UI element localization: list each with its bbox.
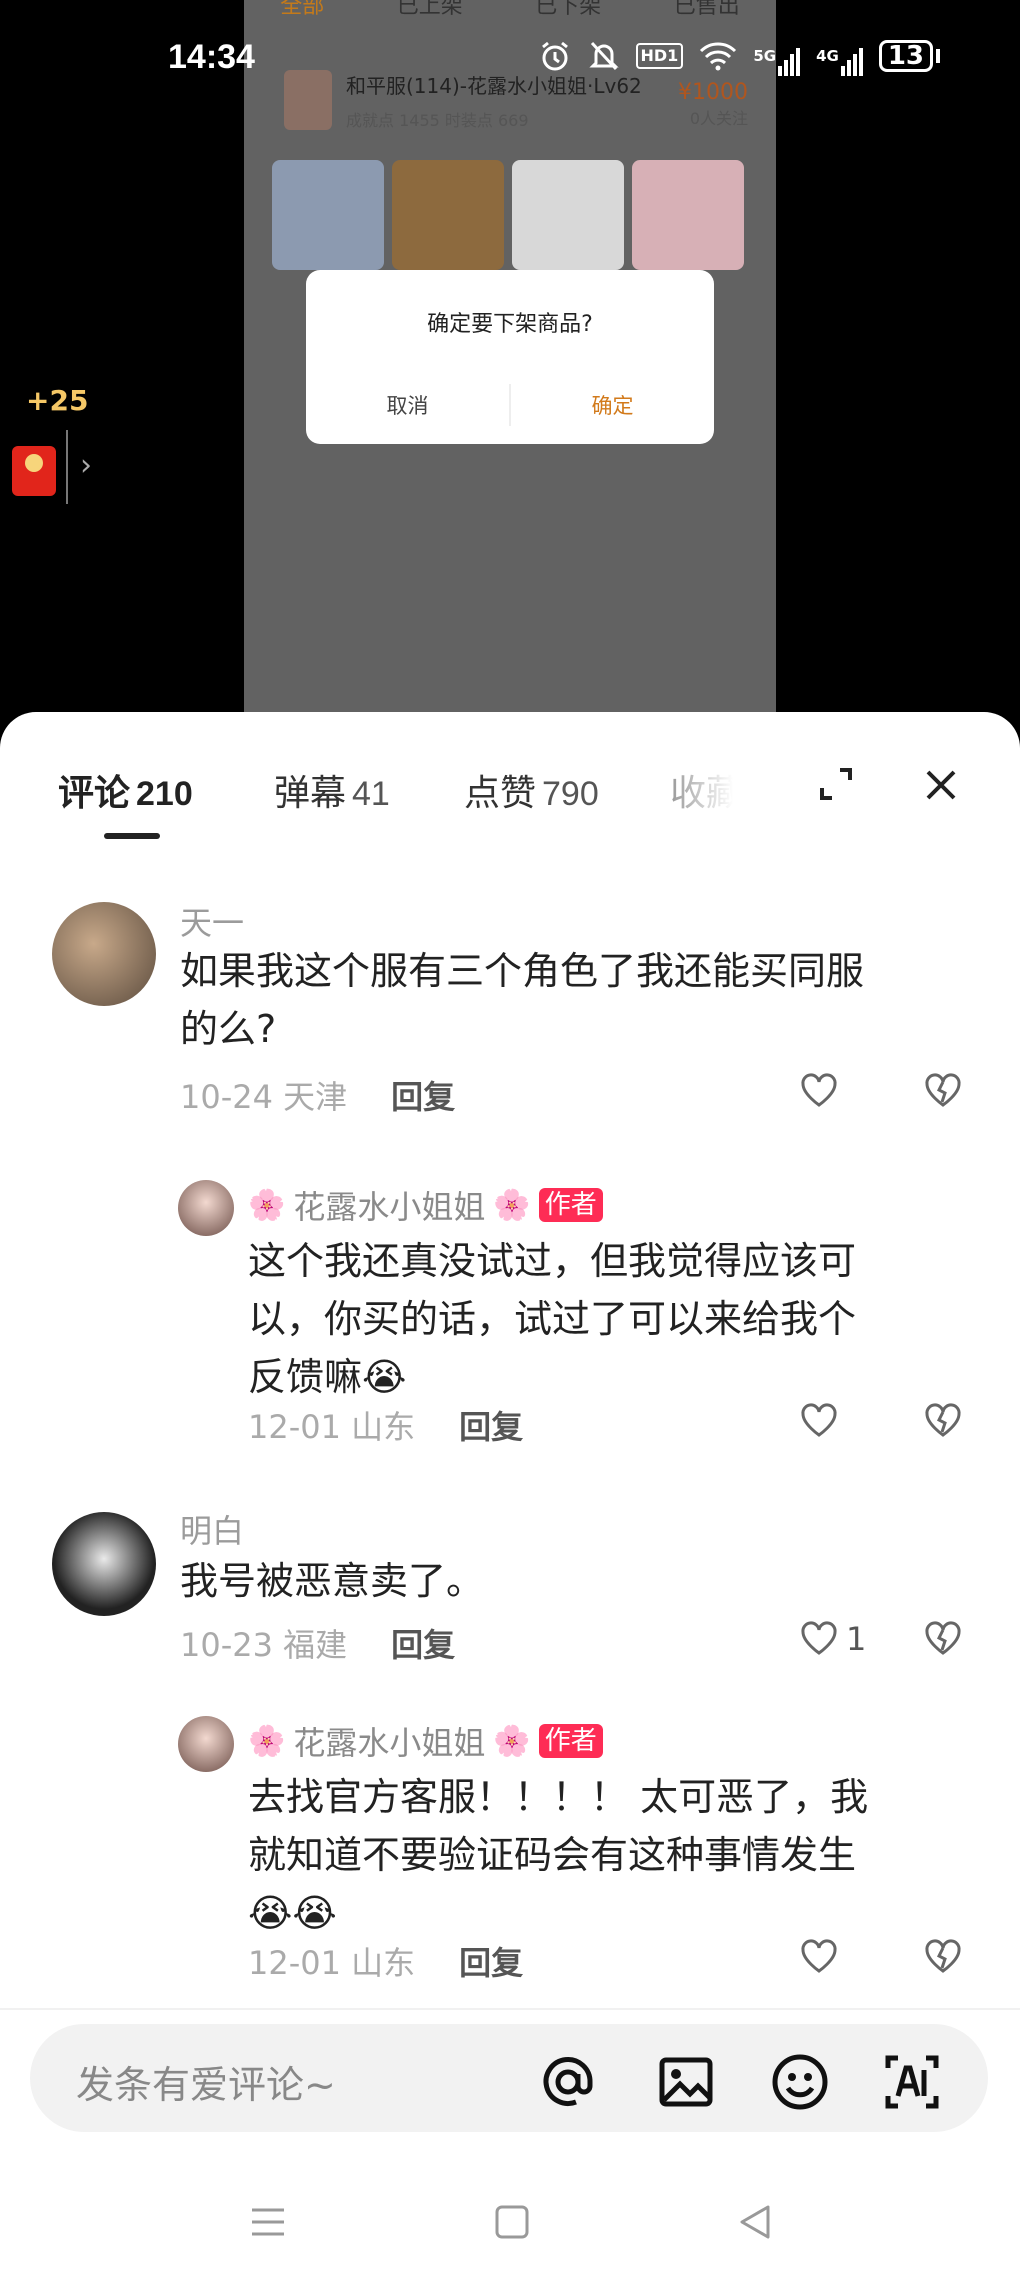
flower-emoji: 🌸: [493, 1723, 531, 1759]
product-image: [272, 160, 384, 270]
network-5g: 5G: [753, 36, 801, 76]
flower-emoji: 🌸: [248, 1723, 286, 1759]
comment-username[interactable]: 🌸 花露水小姐姐 🌸 作者: [248, 1718, 603, 1764]
like-icon[interactable]: [800, 1402, 838, 1438]
comment-text: 去找官方客服！！！！ 太可恶了，我 就知道不要验证码会有这种事情发生 😭😭: [248, 1775, 869, 1935]
avatar[interactable]: [52, 1512, 156, 1616]
dialog-confirm-button[interactable]: 确定: [509, 384, 714, 426]
back-triangle-icon[interactable]: [736, 2202, 776, 2242]
comment-text: 如果我这个服有三个角色了我还能买同服 的么?: [180, 949, 865, 1051]
dislike-icon[interactable]: [924, 1402, 962, 1438]
red-packet-icon[interactable]: [12, 446, 56, 496]
close-icon[interactable]: [924, 768, 958, 802]
flower-emoji: 🌸: [493, 1187, 531, 1223]
comment-username[interactable]: 🌸 花露水小姐姐 🌸 作者: [248, 1182, 603, 1228]
comment-list: 天一 如果我这个服有三个角色了我还能买同服 的么? 10-24 天津 回复 🌸 花露…: [0, 872, 1020, 2060]
product-image: [392, 160, 504, 270]
like-count: 1: [846, 1620, 867, 1658]
confirm-dialog: 确定要下架商品? 取消 确定: [306, 270, 714, 444]
reply-button[interactable]: 回复: [459, 1408, 523, 1446]
flower-emoji: 🌸: [248, 1187, 286, 1223]
alarm-icon: [541, 41, 568, 71]
author-tag: 作者: [538, 1188, 603, 1222]
dislike-icon[interactable]: [924, 1620, 962, 1656]
tab-danmaku[interactable]: 弹幕 41: [274, 764, 390, 816]
tab-likes[interactable]: 点赞 790: [464, 764, 599, 816]
like-icon[interactable]: [800, 1938, 838, 1974]
wifi-icon: [700, 42, 737, 71]
bonus-count: +25: [26, 384, 89, 417]
at-icon[interactable]: [538, 2052, 598, 2112]
ai-icon[interactable]: [882, 2052, 942, 2112]
comment-meta: 12-01 山东 回复: [248, 1408, 524, 1446]
status-icons: HD1 5G 4G 13: [538, 36, 940, 76]
network-4g: 4G: [816, 36, 863, 76]
status-bar: 14:34 HD1 5G 4G 13: [0, 0, 1020, 120]
product-image: [512, 160, 624, 270]
active-tab-indicator: [104, 833, 160, 839]
product-image: [632, 160, 744, 270]
battery-indicator: 13: [878, 40, 940, 72]
avatar[interactable]: [52, 902, 156, 1006]
comment-text: 我号被恶意卖了。: [180, 1559, 485, 1603]
like-icon[interactable]: [800, 1072, 838, 1108]
emoji-icon[interactable]: [770, 2052, 830, 2112]
system-nav-bar: [0, 2152, 1020, 2278]
comment-meta: 10-24 天津 回复: [180, 1078, 456, 1116]
product-images: [272, 160, 744, 270]
avatar[interactable]: [178, 1180, 234, 1236]
comment-meta: 10-23 福建 回复: [180, 1626, 456, 1664]
dislike-icon[interactable]: [924, 1072, 962, 1108]
menu-icon[interactable]: [248, 2202, 288, 2242]
chevron-right-icon[interactable]: ›: [80, 448, 92, 483]
comment-username[interactable]: 明白: [180, 1506, 244, 1552]
reply-button[interactable]: 回复: [391, 1626, 455, 1664]
avatar[interactable]: [178, 1716, 234, 1772]
comment-username[interactable]: 天一: [180, 898, 244, 944]
status-time: 14:34: [168, 38, 255, 76]
comment-input-placeholder: 发条有爱评论~: [76, 2063, 336, 2107]
dialog-question: 确定要下架商品?: [427, 312, 593, 337]
tab-comments[interactable]: 评论 210: [58, 764, 193, 816]
red-packet-divider: [66, 430, 68, 504]
reply-button[interactable]: 回复: [391, 1078, 455, 1116]
image-icon[interactable]: [656, 2052, 716, 2112]
dialog-cancel-button[interactable]: 取消: [306, 384, 509, 426]
comment-input[interactable]: 发条有爱评论~: [30, 2024, 988, 2132]
mute-bell-icon: [588, 41, 619, 71]
comment-text: 这个我还真没试过，但我觉得应该可 以，你买的话，试过了可以来给我个 反馈嘛😭: [248, 1239, 857, 1399]
hd-badge: HD1: [635, 43, 684, 69]
home-square-icon[interactable]: [492, 2202, 532, 2242]
expand-icon[interactable]: [818, 766, 854, 802]
reply-button[interactable]: 回复: [459, 1944, 523, 1982]
comment-meta: 12-01 山东 回复: [248, 1944, 524, 1982]
dislike-icon[interactable]: [924, 1938, 962, 1974]
sheet-tabs: 评论210 弹幕41 点赞790 收藏: [0, 712, 1020, 839]
author-tag: 作者: [538, 1724, 603, 1758]
like-icon[interactable]: [800, 1620, 838, 1656]
comment-sheet: 评论210 弹幕41 点赞790 收藏 天一 如果我这个服有三个角色了我还能买同…: [0, 712, 1020, 2278]
